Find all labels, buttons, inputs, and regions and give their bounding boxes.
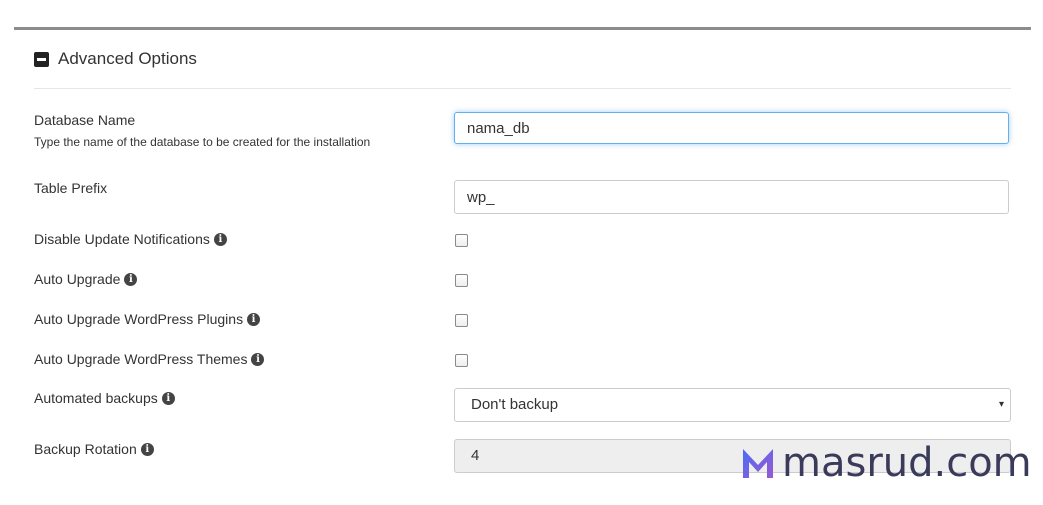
auto-upgrade-checkbox[interactable] <box>455 274 468 287</box>
collapse-minus-icon[interactable] <box>34 51 49 67</box>
auto-upgrade-themes-label: Auto Upgrade WordPress Themes i <box>34 351 265 367</box>
disable-update-notifications-checkbox[interactable] <box>455 234 468 247</box>
chevron-down-icon: ▾ <box>998 399 1004 410</box>
database-name-row: Database Name Type the name of the datab… <box>34 110 1011 160</box>
table-prefix-row: Table Prefix <box>34 178 1011 218</box>
info-icon[interactable]: i <box>161 391 175 405</box>
auto-upgrade-themes-checkbox[interactable] <box>455 354 468 367</box>
table-prefix-input[interactable] <box>454 180 1009 214</box>
backup-rotation-text: Backup Rotation <box>34 441 137 457</box>
header-divider <box>34 88 1011 89</box>
info-icon[interactable]: i <box>213 232 227 246</box>
table-prefix-label: Table Prefix <box>34 180 108 196</box>
backup-rotation-selected: 4 <box>471 447 480 464</box>
auto-upgrade-label: Auto Upgrade i <box>34 271 138 287</box>
auto-upgrade-row: Auto Upgrade i <box>34 270 1011 290</box>
automated-backups-label: Automated backups i <box>34 390 175 406</box>
auto-upgrade-plugins-label: Auto Upgrade WordPress Plugins i <box>34 311 261 327</box>
auto-upgrade-text: Auto Upgrade <box>34 271 121 287</box>
automated-backups-text: Automated backups <box>34 390 158 406</box>
database-name-label: Database Name <box>34 112 136 128</box>
automated-backups-row: Automated backups i Don't backup ▾ <box>34 388 1011 424</box>
info-icon[interactable]: i <box>251 352 265 366</box>
watermark-text: masrud.com <box>782 440 1032 486</box>
advanced-options-panel: Advanced Options Database Name Type the … <box>14 27 1031 505</box>
info-icon[interactable]: i <box>140 442 154 456</box>
info-icon[interactable]: i <box>124 272 138 286</box>
panel-title: Advanced Options <box>58 49 197 68</box>
disable-update-notifications-row: Disable Update Notifications i <box>34 230 1011 250</box>
automated-backups-select[interactable]: Don't backup ▾ <box>454 388 1011 422</box>
watermark: masrud.com <box>740 443 1032 483</box>
auto-upgrade-themes-text: Auto Upgrade WordPress Themes <box>34 351 248 367</box>
auto-upgrade-plugins-row: Auto Upgrade WordPress Plugins i <box>34 310 1011 330</box>
auto-upgrade-themes-row: Auto Upgrade WordPress Themes i <box>34 350 1011 370</box>
panel-header[interactable]: Advanced Options <box>34 47 197 71</box>
database-name-description: Type the name of the database to be crea… <box>34 135 371 149</box>
auto-upgrade-plugins-text: Auto Upgrade WordPress Plugins <box>34 311 244 327</box>
database-name-input[interactable] <box>454 112 1009 144</box>
info-icon[interactable]: i <box>247 312 261 326</box>
disable-update-notifications-label: Disable Update Notifications i <box>34 231 227 247</box>
backup-rotation-label: Backup Rotation i <box>34 441 154 457</box>
automated-backups-selected: Don't backup <box>471 396 559 413</box>
auto-upgrade-plugins-checkbox[interactable] <box>455 314 468 327</box>
watermark-logo-icon <box>743 449 773 478</box>
disable-update-notifications-text: Disable Update Notifications <box>34 231 210 247</box>
